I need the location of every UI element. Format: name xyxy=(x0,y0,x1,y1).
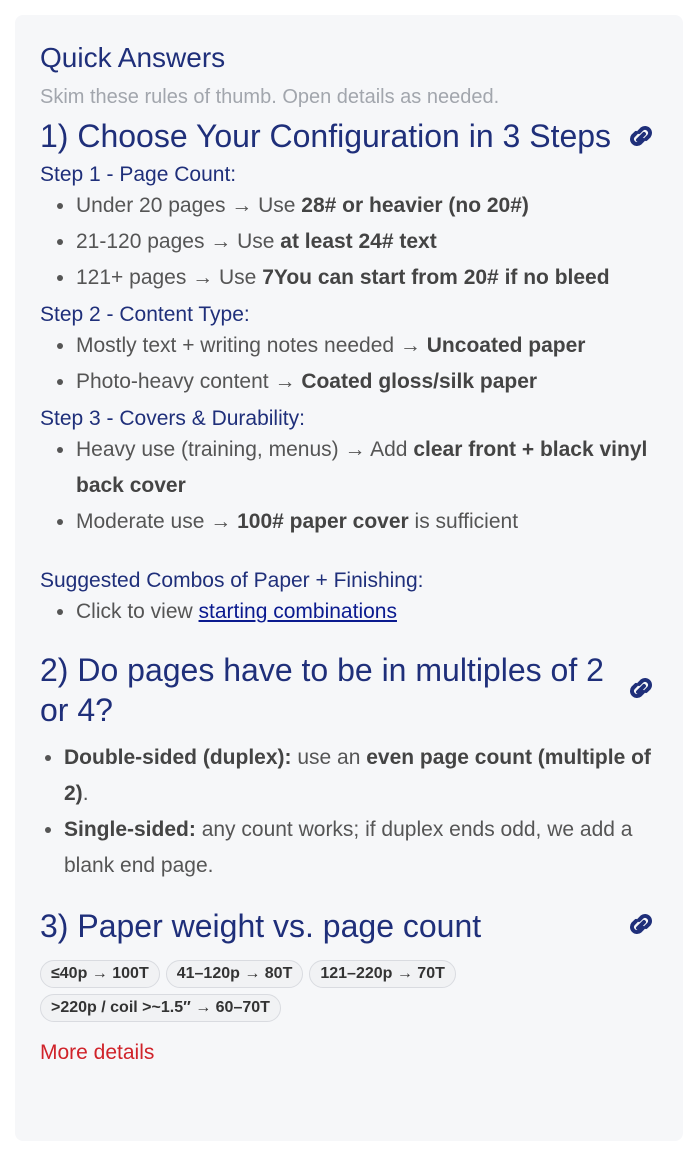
step2-list: Mostly text + writing notes needed → Unc… xyxy=(40,328,658,400)
item-text: Heavy use (training, menus) → Add xyxy=(76,438,414,461)
list-item: Single-sided: any count works; if duplex… xyxy=(64,812,658,884)
item-text: Under 20 pages → Use xyxy=(76,194,302,217)
step1-list: Under 20 pages → Use 28# or heavier (no … xyxy=(40,188,658,296)
section1-heading: 1) Choose Your Configuration in 3 Steps xyxy=(40,118,612,154)
item-text: 121+ pages → Use xyxy=(76,266,263,289)
item-text: Click to view xyxy=(76,600,199,623)
link-icon[interactable] xyxy=(624,910,658,940)
section1-header: 1) Choose Your Configuration in 3 Steps xyxy=(40,116,658,156)
page-subtitle: Skim these rules of thumb. Open details … xyxy=(40,86,500,108)
section2-heading: 2) Do pages have to be in multiples of 2… xyxy=(40,652,604,728)
list-item: 121+ pages → Use 7You can start from 20#… xyxy=(76,260,658,296)
item-bold: 28# or heavier (no 20#) xyxy=(301,194,529,217)
item-text: is sufficient xyxy=(408,510,519,533)
section2-header: 2) Do pages have to be in multiples of 2… xyxy=(40,650,658,730)
weight-chip: 121–220p → 70T xyxy=(309,960,456,988)
item-text: Photo-heavy content → xyxy=(76,370,302,393)
list-item: Heavy use (training, menus) → Add clear … xyxy=(76,432,658,504)
weight-chip: ≤40p → 100T xyxy=(40,960,160,988)
link-icon[interactable] xyxy=(624,122,658,152)
item-bold: Coated gloss/silk paper xyxy=(301,370,538,393)
item-text: use an xyxy=(291,746,367,769)
weight-chip: 41–120p → 80T xyxy=(165,960,304,988)
list-item: Under 20 pages → Use 28# or heavier (no … xyxy=(76,188,658,224)
step2-label: Step 2 - Content Type: xyxy=(40,303,250,326)
weight-chips: ≤40p → 100T 41–120p → 80T 121–220p → 70T… xyxy=(40,960,520,1022)
item-text: Mostly text + writing notes needed → xyxy=(76,334,427,357)
item-bold: 7You can start from 20# if no bleed xyxy=(262,266,610,289)
step1-label: Step 1 - Page Count: xyxy=(40,163,237,186)
starting-combinations-link[interactable]: starting combinations xyxy=(199,600,397,623)
more-details-link[interactable]: More details xyxy=(40,1040,154,1066)
list-item: Moderate use → 100# paper cover is suffi… xyxy=(76,504,658,540)
list-item: Double-sided (duplex): use an even page … xyxy=(64,740,658,812)
item-bold: Uncoated paper xyxy=(426,334,586,357)
section3-header: 3) Paper weight vs. page count xyxy=(40,906,658,946)
item-bold: 100# paper cover xyxy=(237,510,409,533)
item-bold: Double-sided (duplex): xyxy=(64,746,292,769)
item-bold: Single-sided: xyxy=(64,818,196,841)
section3-heading: 3) Paper weight vs. page count xyxy=(40,908,482,944)
item-text: Moderate use → xyxy=(76,510,238,533)
section2-list: Double-sided (duplex): use an even page … xyxy=(40,740,658,884)
quick-answers-card: Quick Answers Skim these rules of thumb.… xyxy=(15,15,683,1141)
page-title: Quick Answers xyxy=(40,42,226,73)
item-text: 21-120 pages → Use xyxy=(76,230,281,253)
step3-list: Heavy use (training, menus) → Add clear … xyxy=(40,432,658,540)
list-item: Photo-heavy content → Coated gloss/silk … xyxy=(76,364,658,400)
step3-label: Step 3 - Covers & Durability: xyxy=(40,407,305,430)
weight-chip: >220p / coil >~1.5″ → 60–70T xyxy=(40,994,281,1022)
combos-label: Suggested Combos of Paper + Finishing: xyxy=(40,569,424,592)
combos-list: Click to view starting combinations xyxy=(40,594,658,630)
list-item: Click to view starting combinations xyxy=(76,594,658,630)
item-text: . xyxy=(82,782,89,805)
list-item: 21-120 pages → Use at least 24# text xyxy=(76,224,658,260)
link-icon[interactable] xyxy=(624,674,658,704)
item-bold: at least 24# text xyxy=(280,230,437,253)
list-item: Mostly text + writing notes needed → Unc… xyxy=(76,328,658,364)
